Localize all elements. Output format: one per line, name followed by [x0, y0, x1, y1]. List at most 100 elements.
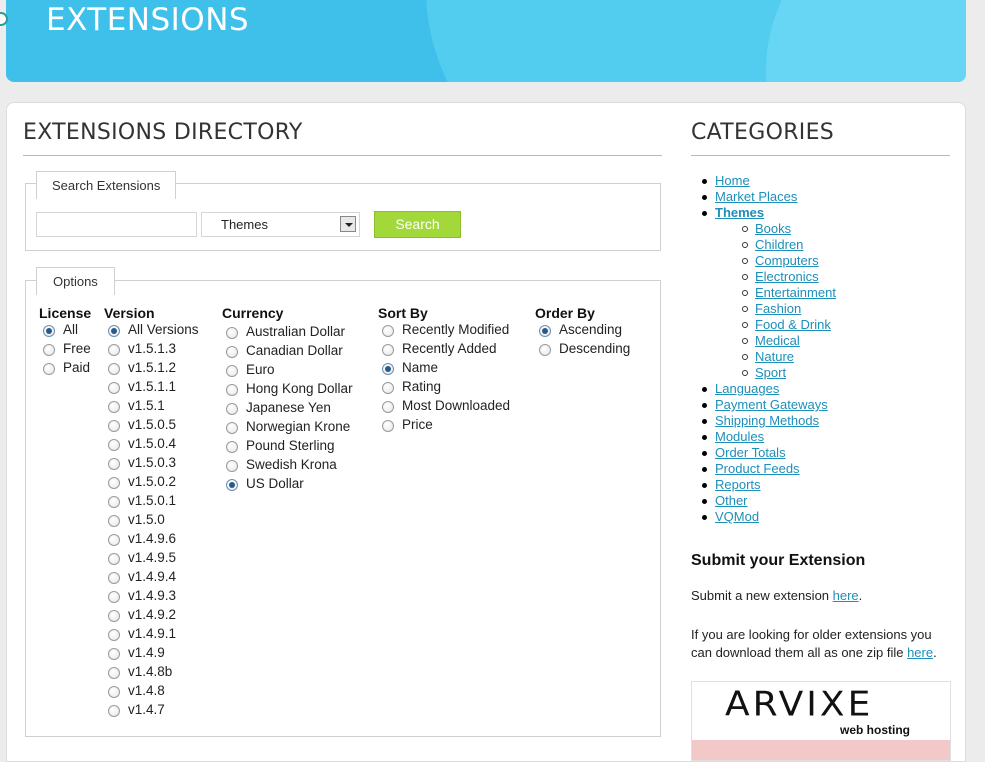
radio-option[interactable]: Free [39, 341, 91, 360]
category-link[interactable]: Product Feeds [715, 461, 800, 476]
radio-button[interactable] [226, 460, 238, 472]
radio-button[interactable] [382, 420, 394, 432]
radio-option[interactable]: v1.5.1 [104, 398, 165, 417]
radio-button[interactable] [108, 648, 120, 660]
radio-button[interactable] [108, 325, 120, 337]
radio-option[interactable]: v1.5.0 [104, 512, 165, 531]
radio-button[interactable] [382, 382, 394, 394]
radio-option[interactable]: Japanese Yen [222, 400, 331, 419]
radio-button[interactable] [226, 365, 238, 377]
radio-option[interactable]: v1.5.0.2 [104, 474, 176, 493]
category-link[interactable]: Modules [715, 429, 764, 444]
radio-option[interactable]: Ascending [535, 322, 622, 341]
radio-option[interactable]: Swedish Krona [222, 457, 337, 476]
radio-option[interactable]: Most Downloaded [378, 398, 510, 417]
radio-option[interactable]: v1.4.9.4 [104, 569, 176, 588]
radio-button[interactable] [382, 325, 394, 337]
radio-button[interactable] [382, 401, 394, 413]
category-link[interactable]: Order Totals [715, 445, 786, 460]
radio-option[interactable]: v1.4.9.5 [104, 550, 176, 569]
advertisement-banner[interactable]: ARVIXE web hosting [691, 681, 951, 761]
subcategory-link[interactable]: Medical [755, 333, 800, 348]
radio-option[interactable]: All [39, 322, 91, 341]
radio-option[interactable]: Descending [535, 341, 630, 360]
radio-option[interactable]: Price [378, 417, 433, 436]
radio-button[interactable] [226, 441, 238, 453]
subcategory-link[interactable]: Sport [755, 365, 786, 380]
category-link[interactable]: Market Places [715, 189, 797, 204]
radio-button[interactable] [108, 553, 120, 565]
radio-button[interactable] [539, 344, 551, 356]
subcategory-link[interactable]: Books [755, 221, 791, 236]
radio-option[interactable]: v1.4.8b [104, 664, 172, 683]
radio-option[interactable]: Rating [378, 379, 441, 398]
radio-button[interactable] [108, 382, 120, 394]
radio-button[interactable] [108, 420, 120, 432]
category-link[interactable]: Payment Gateways [715, 397, 828, 412]
submit-here-link[interactable]: here [833, 588, 859, 603]
radio-option[interactable]: v1.5.1.1 [104, 379, 176, 398]
radio-button[interactable] [108, 496, 120, 508]
radio-option[interactable]: v1.4.9.1 [104, 626, 176, 645]
radio-button[interactable] [43, 344, 55, 356]
radio-option[interactable]: v1.4.7 [104, 702, 165, 721]
radio-option[interactable]: Paid [39, 360, 91, 379]
radio-option[interactable]: v1.4.9.3 [104, 588, 176, 607]
radio-option[interactable]: Recently Modified [378, 322, 509, 341]
radio-option[interactable]: Euro [222, 362, 283, 381]
radio-option[interactable]: v1.4.9 [104, 645, 165, 664]
radio-button[interactable] [108, 458, 120, 470]
radio-button[interactable] [108, 705, 120, 717]
radio-button[interactable] [108, 667, 120, 679]
radio-option[interactable]: v1.5.1.3 [104, 341, 176, 360]
radio-button[interactable] [108, 477, 120, 489]
radio-button[interactable] [226, 384, 238, 396]
category-link[interactable]: VQMod [715, 509, 759, 524]
radio-option[interactable]: US Dollar [222, 476, 304, 495]
category-link[interactable]: Home [715, 173, 750, 188]
radio-option[interactable]: v1.5.0.5 [104, 417, 176, 436]
subcategory-link[interactable]: Fashion [755, 301, 801, 316]
radio-option[interactable]: v1.5.0.4 [104, 436, 176, 455]
category-link[interactable]: Themes [715, 205, 764, 220]
radio-option[interactable]: Pound Sterling [222, 438, 335, 457]
radio-button[interactable] [539, 325, 551, 337]
radio-option[interactable]: Name [378, 360, 438, 379]
radio-option[interactable]: Hong Kong Dollar [222, 381, 353, 400]
search-input[interactable] [36, 212, 197, 237]
radio-button[interactable] [43, 325, 55, 337]
radio-button[interactable] [43, 363, 55, 375]
radio-option[interactable]: Canadian Dollar [222, 343, 343, 362]
radio-button[interactable] [382, 344, 394, 356]
radio-option[interactable]: Australian Dollar [222, 324, 345, 343]
subcategory-link[interactable]: Electronics [755, 269, 819, 284]
radio-option[interactable]: v1.5.0.3 [104, 455, 176, 474]
subcategory-link[interactable]: Children [755, 237, 803, 252]
radio-button[interactable] [108, 344, 120, 356]
category-link[interactable]: Languages [715, 381, 779, 396]
radio-button[interactable] [382, 363, 394, 375]
radio-option[interactable]: v1.5.0.1 [104, 493, 176, 512]
radio-option[interactable]: v1.5.1.2 [104, 360, 176, 379]
radio-button[interactable] [226, 346, 238, 358]
category-link[interactable]: Shipping Methods [715, 413, 819, 428]
radio-button[interactable] [108, 686, 120, 698]
radio-option[interactable]: v1.4.9.2 [104, 607, 176, 626]
radio-option[interactable]: All Versions [104, 322, 199, 341]
radio-button[interactable] [226, 327, 238, 339]
radio-button[interactable] [108, 610, 120, 622]
subcategory-link[interactable]: Computers [755, 253, 819, 268]
radio-button[interactable] [226, 403, 238, 415]
radio-button[interactable] [226, 422, 238, 434]
radio-option[interactable]: Recently Added [378, 341, 497, 360]
category-link[interactable]: Other [715, 493, 748, 508]
radio-button[interactable] [108, 515, 120, 527]
chevron-down-icon[interactable] [340, 216, 356, 232]
subcategory-link[interactable]: Entertainment [755, 285, 836, 300]
radio-option[interactable]: v1.4.8 [104, 683, 165, 702]
radio-option[interactable]: Norwegian Krone [222, 419, 350, 438]
search-button[interactable]: Search [374, 211, 461, 238]
radio-button[interactable] [108, 591, 120, 603]
radio-button[interactable] [108, 629, 120, 641]
radio-button[interactable] [108, 363, 120, 375]
